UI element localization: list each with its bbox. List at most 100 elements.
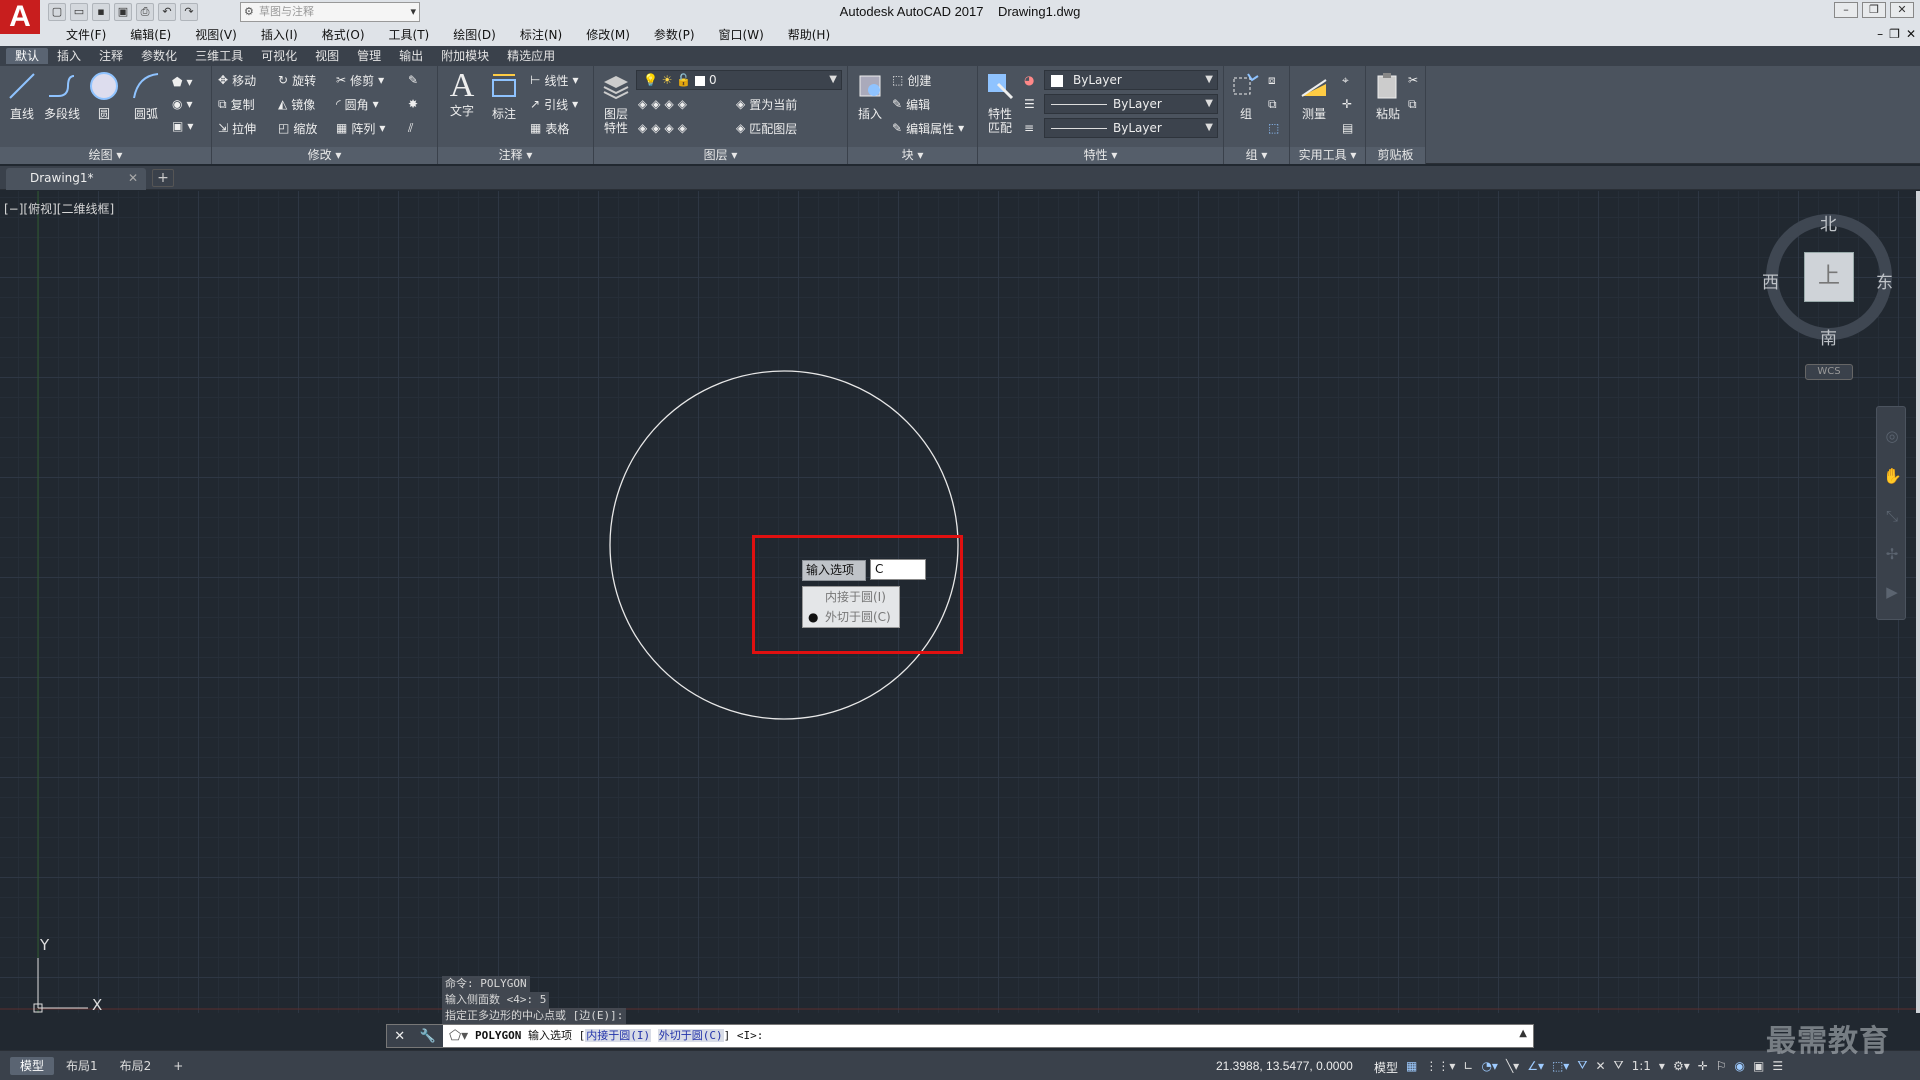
- polar-icon[interactable]: ◔▾: [1481, 1059, 1498, 1073]
- doc-restore-button[interactable]: ❐: [1889, 27, 1900, 41]
- osnap-tracking-icon[interactable]: ∠▾: [1527, 1059, 1544, 1073]
- panel-annotation-title[interactable]: 注释 ▾: [438, 147, 593, 164]
- create-block-button[interactable]: ⬚ 创建: [892, 70, 931, 90]
- doc-minimize-button[interactable]: –: [1877, 27, 1883, 41]
- ungroup-icon[interactable]: ⧈: [1268, 70, 1276, 90]
- layer-freeze-icon[interactable]: ◈: [664, 97, 673, 111]
- make-current-button[interactable]: ◈ 置为当前: [736, 94, 797, 114]
- tab-home[interactable]: 默认: [6, 48, 49, 64]
- polygon-tool[interactable]: ⬟ ▾: [172, 72, 192, 92]
- polyline-button[interactable]: 多段线: [42, 70, 82, 121]
- insert-block-button[interactable]: 插入: [850, 70, 890, 121]
- erase-button[interactable]: ✎: [408, 70, 418, 90]
- customization-menu-icon[interactable]: ☰: [1772, 1059, 1783, 1073]
- save-icon[interactable]: ▪: [92, 3, 110, 21]
- group-select-icon[interactable]: ⬚: [1268, 118, 1279, 138]
- print-icon[interactable]: ⎙: [136, 3, 154, 21]
- copy-button[interactable]: ⧉ 复制: [218, 94, 255, 114]
- move-button[interactable]: ✥ 移动: [218, 70, 256, 90]
- menu-modify[interactable]: 修改(M): [574, 27, 642, 43]
- fillet-button[interactable]: ◜ 圆角 ▾: [336, 94, 379, 114]
- pan-icon[interactable]: ✋: [1883, 467, 1902, 485]
- panel-modify-title[interactable]: 修改 ▾: [212, 147, 437, 164]
- measure-button[interactable]: 测量: [1294, 70, 1334, 121]
- panel-properties-title[interactable]: 特性 ▾: [978, 147, 1223, 164]
- open-file-icon[interactable]: ▭: [70, 3, 88, 21]
- layer-properties-button[interactable]: 图层 特性: [596, 70, 636, 135]
- menu-view[interactable]: 视图(V): [183, 27, 249, 43]
- add-layout-button[interactable]: +: [163, 1057, 193, 1075]
- tab-view[interactable]: 视图: [306, 48, 348, 64]
- tab-visualize[interactable]: 可视化: [252, 48, 306, 64]
- isolate-objects-icon[interactable]: ⚐: [1716, 1059, 1727, 1073]
- chevron-up-icon[interactable]: ▲: [1519, 1028, 1527, 1039]
- menu-parametric[interactable]: 参数(P): [642, 27, 707, 43]
- layout-tab-2[interactable]: 布局2: [110, 1057, 162, 1075]
- panel-utilities-title[interactable]: 实用工具 ▾: [1290, 147, 1365, 164]
- grid-icon[interactable]: ▦: [1406, 1059, 1417, 1073]
- stretch-button[interactable]: ⇲ 拉伸: [218, 118, 256, 138]
- menu-dimension[interactable]: 标注(N): [508, 27, 574, 43]
- wrench-icon[interactable]: 🔧: [420, 1029, 436, 1044]
- match-layer-button[interactable]: ◈ 匹配图层: [736, 118, 797, 138]
- menu-help[interactable]: 帮助(H): [776, 27, 842, 43]
- edit-attributes-button[interactable]: ✎ 编辑属性 ▾: [892, 118, 964, 138]
- group-edit-icon[interactable]: ⧉: [1268, 94, 1277, 114]
- layer-unlock-icon[interactable]: ◈: [678, 121, 687, 135]
- minimize-button[interactable]: –: [1834, 2, 1858, 18]
- annotation-scale-value[interactable]: 1:1: [1632, 1059, 1651, 1073]
- tab-featured-apps[interactable]: 精选应用: [498, 48, 564, 64]
- new-file-icon[interactable]: ▢: [48, 3, 66, 21]
- trim-button[interactable]: ✂ 修剪 ▾: [336, 70, 384, 90]
- close-icon[interactable]: ✕: [394, 1029, 405, 1044]
- command-option-inscribed[interactable]: 内接于圆(I): [585, 1029, 652, 1042]
- close-icon[interactable]: ✕: [128, 168, 138, 188]
- layer-off-icon[interactable]: ◈: [638, 97, 647, 111]
- calculator-icon[interactable]: ▤: [1342, 118, 1353, 138]
- workspace-gear-icon[interactable]: ⚙▾: [1673, 1059, 1690, 1073]
- wcs-menu[interactable]: WCS: [1805, 364, 1853, 380]
- ellipse-tool[interactable]: ◉ ▾: [172, 94, 193, 114]
- copy-clip-icon[interactable]: ⧉: [1408, 94, 1417, 114]
- menu-tools[interactable]: 工具(T): [377, 27, 442, 43]
- tab-annotate[interactable]: 注释: [90, 48, 132, 64]
- redo-icon[interactable]: ↷: [180, 3, 198, 21]
- edit-block-button[interactable]: ✎ 编辑: [892, 94, 930, 114]
- leader-button[interactable]: ↗ 引线 ▾: [530, 94, 578, 114]
- tab-insert[interactable]: 插入: [48, 48, 90, 64]
- coordinate-readout[interactable]: 21.3988, 13.5477, 0.0000: [1216, 1059, 1353, 1073]
- circle-button[interactable]: 圆: [84, 70, 124, 121]
- rotate-button[interactable]: ↻ 旋转: [278, 70, 316, 90]
- layer-unisolate-icon[interactable]: ◈: [651, 121, 660, 135]
- panel-layers-title[interactable]: 图层 ▾: [594, 147, 847, 164]
- isodraft-icon[interactable]: ╲▾: [1506, 1059, 1519, 1073]
- line-button[interactable]: 直线: [2, 70, 42, 121]
- clean-screen-icon[interactable]: ▣: [1753, 1059, 1764, 1073]
- polygon-icon[interactable]: ⬠▾: [449, 1028, 468, 1044]
- menu-insert[interactable]: 插入(I): [249, 27, 310, 43]
- doc-close-button[interactable]: ✕: [1906, 27, 1916, 41]
- arc-button[interactable]: 圆弧: [126, 70, 166, 121]
- group-button[interactable]: 组: [1226, 70, 1266, 121]
- layer-isolate-icon[interactable]: ◈: [651, 97, 660, 111]
- offset-button[interactable]: ⫽: [408, 118, 413, 138]
- tab-manage[interactable]: 管理: [348, 48, 390, 64]
- layout-tab-1[interactable]: 布局1: [56, 1057, 108, 1075]
- match-properties-button[interactable]: 特性 匹配: [980, 70, 1020, 135]
- model-space-button[interactable]: 模型: [1374, 1059, 1398, 1076]
- viewcube-east[interactable]: 东: [1876, 268, 1893, 293]
- layout-tab-model[interactable]: 模型: [10, 1057, 55, 1075]
- viewcube-west[interactable]: 西: [1762, 268, 1779, 293]
- ortho-icon[interactable]: ∟: [1463, 1059, 1473, 1073]
- menu-edit[interactable]: 编辑(E): [118, 27, 183, 43]
- showmotion-icon[interactable]: ▶: [1883, 583, 1901, 601]
- hardware-accel-icon[interactable]: ◉: [1735, 1059, 1745, 1073]
- point-style-icon[interactable]: ✛: [1342, 94, 1352, 114]
- viewport-controls-label[interactable]: [−][俯视][二维线框]: [4, 200, 114, 217]
- menu-window[interactable]: 窗口(W): [707, 27, 776, 43]
- color-dropdown[interactable]: ByLayer ▼: [1044, 70, 1218, 90]
- plus-icon[interactable]: ✛: [1698, 1059, 1708, 1073]
- panel-block-title[interactable]: 块 ▾: [848, 147, 977, 164]
- autocad-logo[interactable]: A: [0, 0, 40, 34]
- cut-icon[interactable]: ✂: [1408, 70, 1418, 90]
